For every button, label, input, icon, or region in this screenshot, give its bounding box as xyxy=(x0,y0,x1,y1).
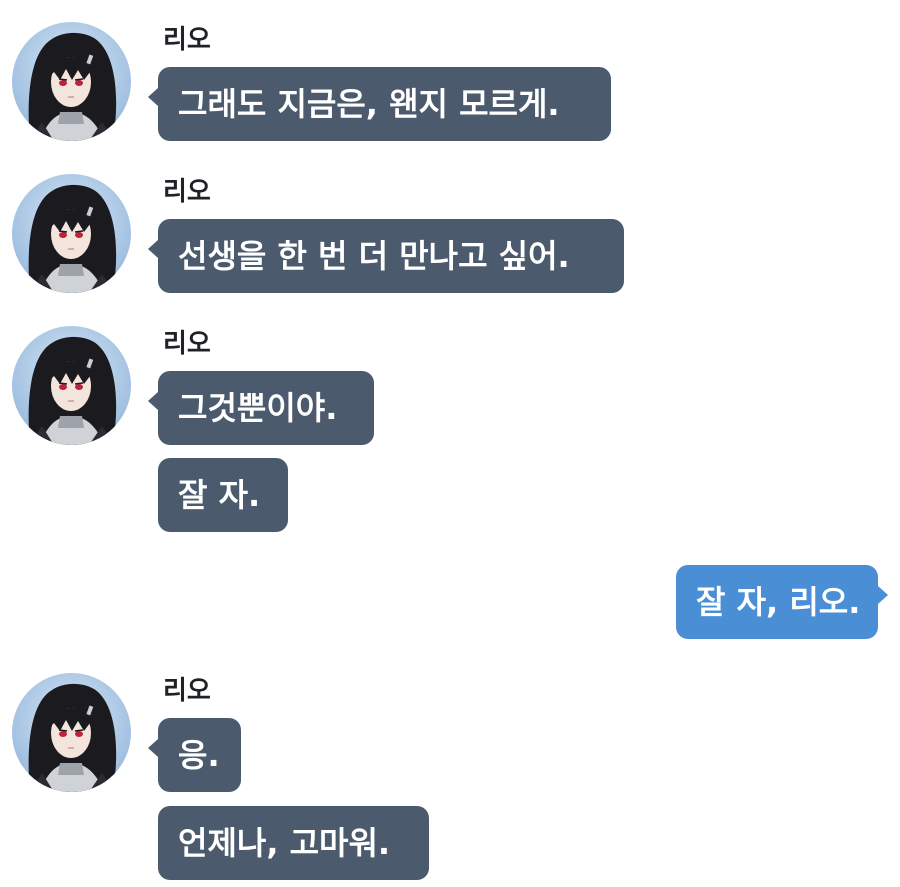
anime-character-avatar-icon xyxy=(12,326,131,445)
anime-character-avatar-icon xyxy=(12,673,131,792)
anime-character-avatar-icon xyxy=(12,22,131,141)
sender-name: 리오 xyxy=(163,329,211,359)
message-bubble[interactable]: 그것뿐이야. xyxy=(148,371,374,445)
bubble-tail xyxy=(148,240,158,258)
message-text: 응. xyxy=(178,736,220,774)
bubble-tail xyxy=(148,392,158,410)
message-bubble[interactable]: 잘 자. xyxy=(158,458,288,532)
message-text: 그래도 지금은, 왠지 모르게. xyxy=(178,85,560,123)
message-bubble[interactable]: 응. xyxy=(148,718,241,792)
sender-name: 리오 xyxy=(163,25,211,55)
my-message-bubble[interactable]: 잘 자, 리오. xyxy=(676,565,888,639)
bubble-tail xyxy=(878,586,888,604)
message-text: 언제나, 고마워. xyxy=(178,824,391,862)
message-text: 잘 자. xyxy=(178,476,261,514)
sender-name: 리오 xyxy=(163,177,211,207)
message-bubble[interactable]: 언제나, 고마워. xyxy=(158,806,429,880)
avatar[interactable] xyxy=(12,22,131,141)
message-bubble[interactable]: 선생을 한 번 더 만나고 싶어. xyxy=(148,219,624,293)
avatar[interactable] xyxy=(12,673,131,792)
message-bubble[interactable]: 그래도 지금은, 왠지 모르게. xyxy=(148,67,611,141)
anime-character-avatar-icon xyxy=(12,174,131,293)
message-text: 그것뿐이야. xyxy=(178,389,338,427)
bubble-tail xyxy=(148,88,158,106)
bubble-tail xyxy=(148,739,158,757)
message-text: 잘 자, 리오. xyxy=(696,583,861,621)
message-text: 선생을 한 번 더 만나고 싶어. xyxy=(178,237,570,275)
avatar[interactable] xyxy=(12,326,131,445)
avatar[interactable] xyxy=(12,174,131,293)
sender-name: 리오 xyxy=(163,676,211,706)
